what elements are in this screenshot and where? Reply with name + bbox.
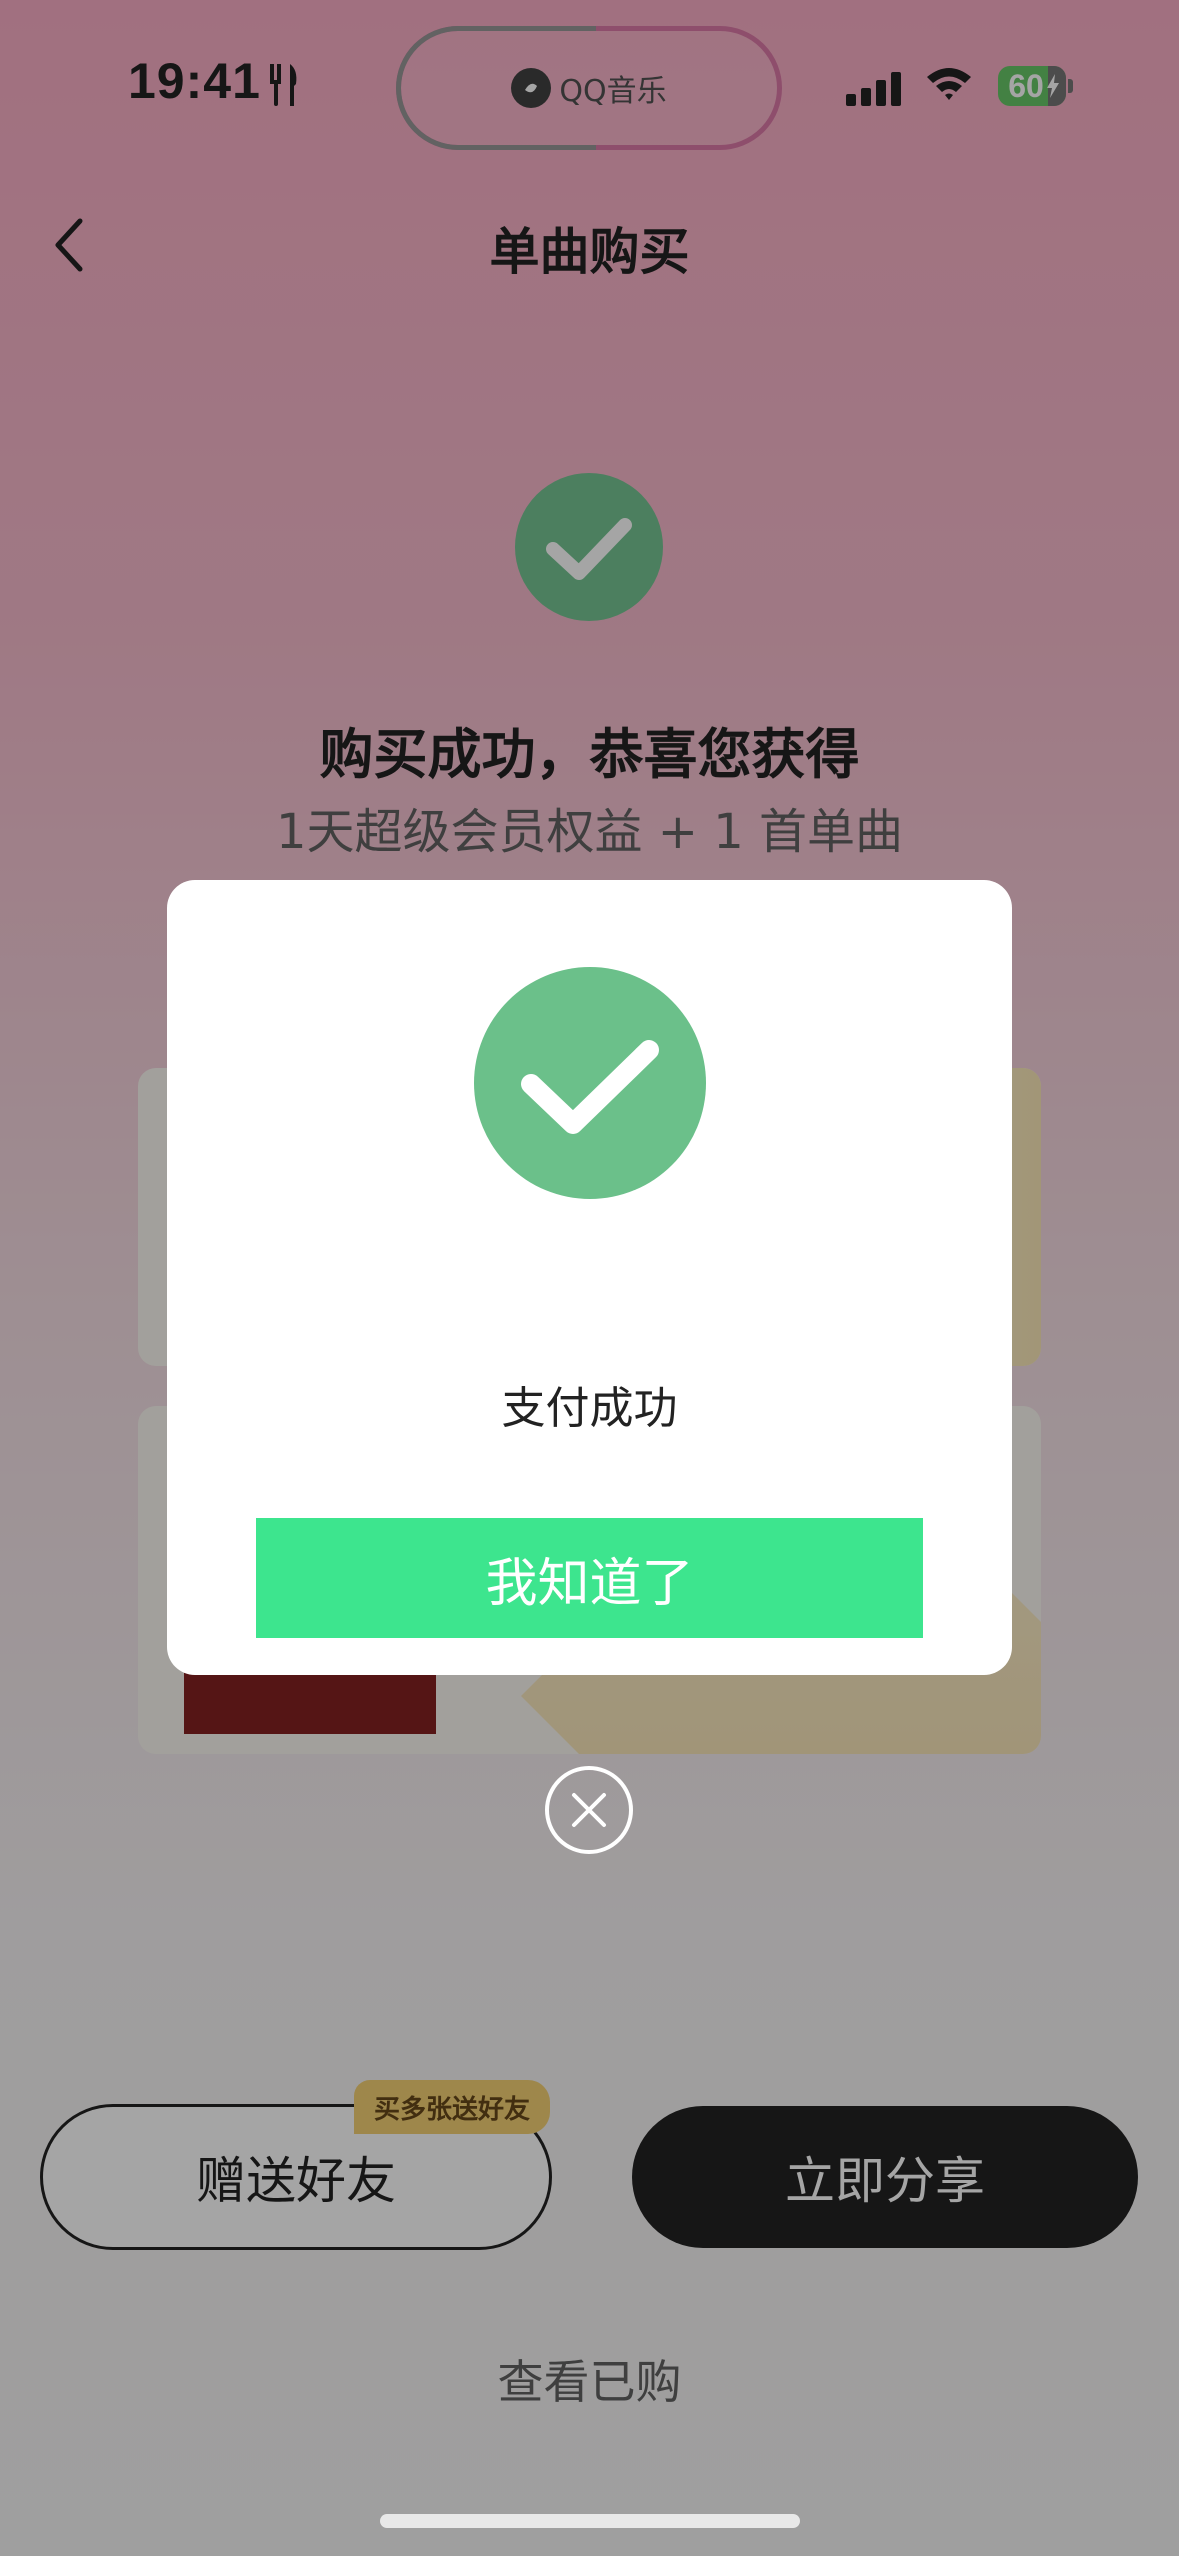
dialog-message: 支付成功 (501, 1383, 678, 1434)
success-check-icon (474, 967, 706, 1199)
close-icon[interactable] (544, 1765, 634, 1855)
acknowledge-button[interactable]: 我知道了 (256, 1518, 923, 1638)
home-indicator[interactable] (380, 2514, 800, 2528)
payment-success-dialog: 支付成功 我知道了 (167, 880, 1012, 1675)
